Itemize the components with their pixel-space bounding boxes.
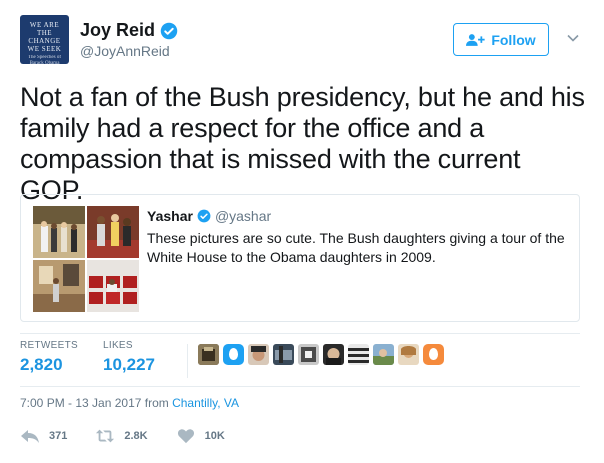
timestamp[interactable]: 7:00 PM - 13 Jan 2017 from Chantilly, VA: [20, 396, 239, 410]
liker-avatar[interactable]: [223, 344, 244, 365]
quoted-photo-2[interactable]: [87, 206, 139, 258]
verified-icon: [160, 22, 178, 39]
author-handle[interactable]: @JoyAnnReid: [80, 43, 170, 59]
quoted-media-grid[interactable]: [33, 206, 139, 312]
timestamp-text[interactable]: 7:00 PM - 13 Jan 2017 from: [20, 396, 172, 410]
reply-icon: [21, 430, 39, 443]
retweet-icon: [96, 429, 115, 443]
quoted-tweet[interactable]: Yashar @yashar These pictures are so cut…: [20, 194, 580, 322]
avatar-text-main: WE ARE THE CHANGE WE SEEK: [27, 21, 62, 53]
heart-icon: [177, 429, 194, 444]
liker-avatar[interactable]: [198, 344, 219, 365]
verified-icon: [197, 209, 211, 223]
retweets-label: RETWEETS: [20, 340, 78, 351]
author-name[interactable]: Joy Reid: [80, 20, 155, 41]
avatar[interactable]: WE ARE THE CHANGE WE SEEK The Speeches o…: [20, 15, 69, 64]
likes-stat[interactable]: LIKES 10,227: [103, 340, 155, 375]
quoted-author-name[interactable]: Yashar: [147, 208, 193, 224]
reply-count: 371: [49, 430, 68, 442]
quoted-author-row[interactable]: Yashar @yashar: [147, 208, 271, 224]
like-count: 10K: [204, 430, 225, 442]
liker-avatar[interactable]: [398, 344, 419, 365]
divider: [20, 386, 580, 387]
quoted-text: These pictures are so cute. The Bush dau…: [147, 230, 565, 265]
avatar-text-sub: The Speeches of Barack Obama: [27, 55, 62, 64]
quoted-author-handle[interactable]: @yashar: [215, 208, 271, 224]
retweets-value: 2,820: [20, 355, 63, 374]
action-bar: 371 2.8K 10K: [20, 428, 253, 444]
retweets-stat[interactable]: RETWEETS 2,820: [20, 340, 78, 375]
quoted-photo-3[interactable]: [33, 260, 85, 312]
stats-separator: [187, 344, 188, 378]
liker-avatars: [198, 344, 448, 365]
liker-avatar[interactable]: [273, 344, 294, 365]
reply-button[interactable]: 371: [20, 428, 67, 444]
liker-avatar[interactable]: [423, 344, 444, 365]
likes-value: 10,227: [103, 355, 155, 374]
liker-avatar[interactable]: [323, 344, 344, 365]
add-user-icon: [466, 33, 485, 46]
liker-avatar[interactable]: [373, 344, 394, 365]
follow-button[interactable]: Follow: [453, 23, 549, 56]
liker-avatar[interactable]: [248, 344, 269, 365]
chevron-down-icon[interactable]: [566, 31, 580, 45]
quoted-photo-1[interactable]: [33, 206, 85, 258]
retweet-button[interactable]: 2.8K: [95, 428, 148, 444]
location-link[interactable]: Chantilly, VA: [172, 396, 239, 410]
quoted-photo-4[interactable]: [87, 260, 139, 312]
tweet-card: WE ARE THE CHANGE WE SEEK The Speeches o…: [0, 0, 604, 463]
divider: [20, 333, 580, 334]
author-name-row[interactable]: Joy Reid: [80, 20, 178, 41]
liker-avatar[interactable]: [348, 344, 369, 365]
liker-avatar[interactable]: [298, 344, 319, 365]
follow-label: Follow: [491, 31, 536, 48]
likes-label: LIKES: [103, 340, 133, 351]
tweet-text: Not a fan of the Bush presidency, but he…: [20, 82, 585, 205]
retweet-count: 2.8K: [124, 430, 148, 442]
like-button[interactable]: 10K: [176, 428, 225, 444]
